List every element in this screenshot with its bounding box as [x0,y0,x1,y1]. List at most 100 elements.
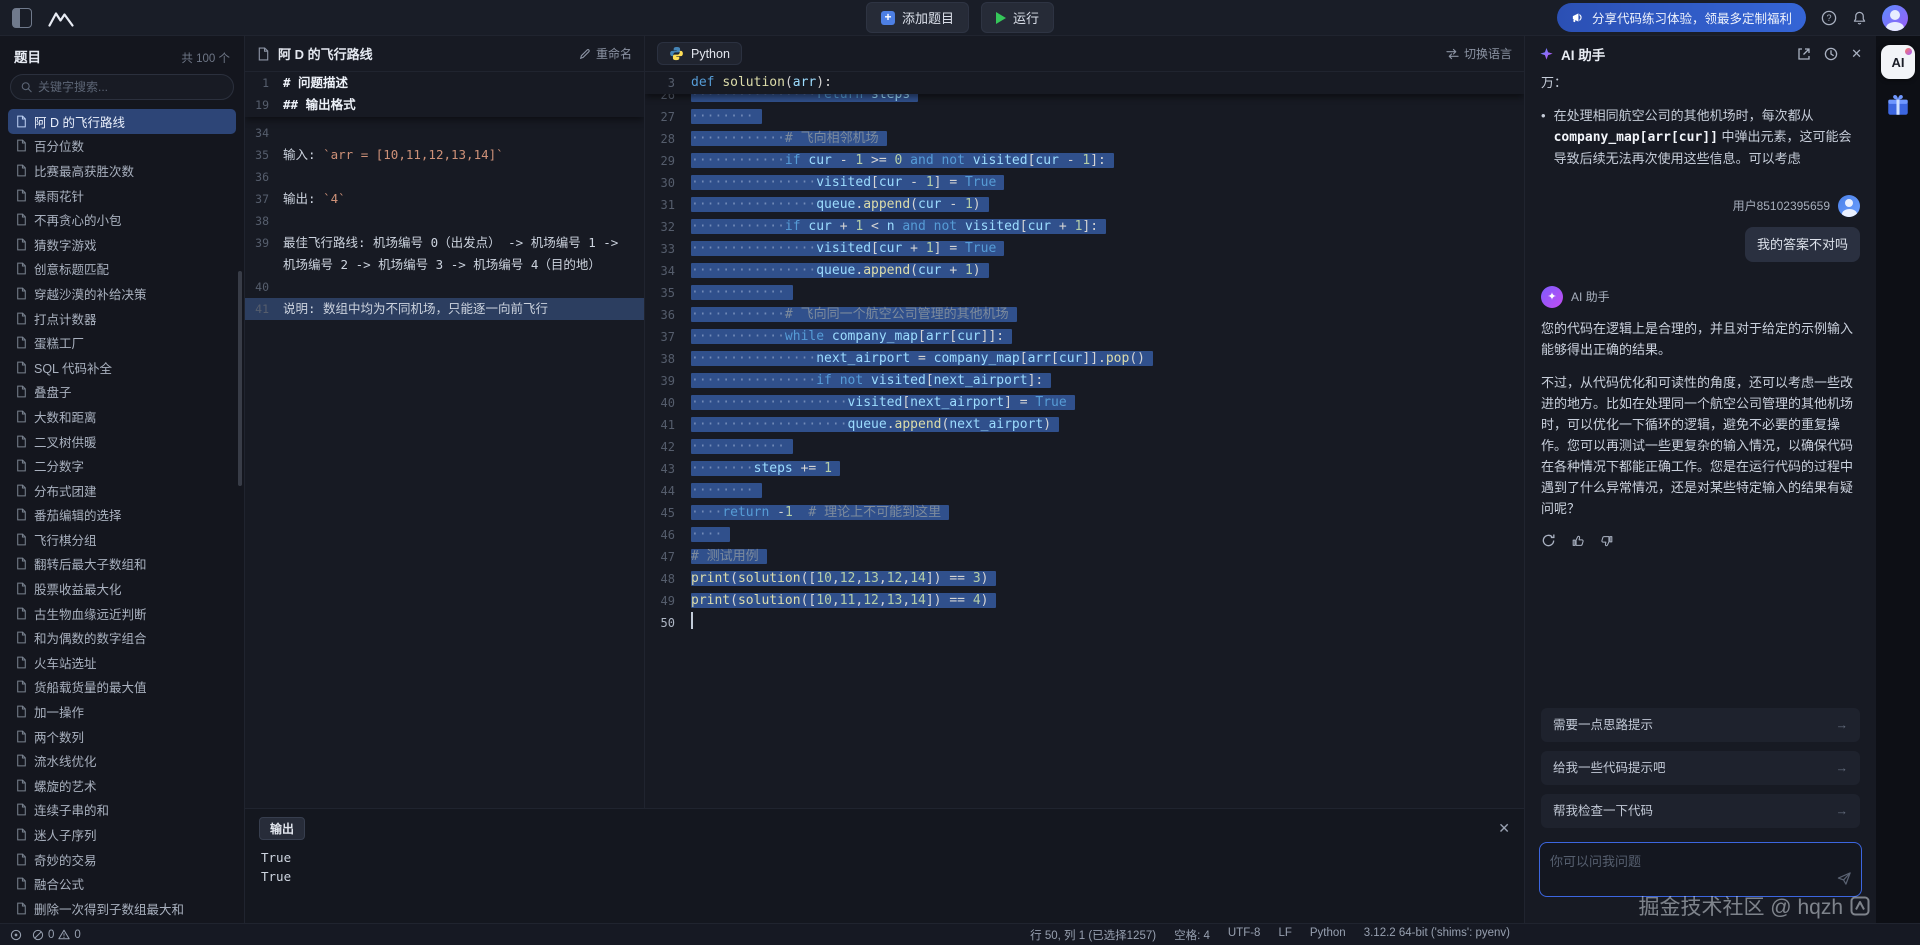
editor-lines[interactable]: 26················return steps27········… [645,84,1524,634]
code-line[interactable]: 29············if cur - 1 >= 0 and not vi… [645,150,1524,172]
problem-list-item[interactable]: 删除一次得到子数组最大和 [8,896,236,921]
code-line[interactable]: 41····················queue.append(next_… [645,414,1524,436]
code-line[interactable]: 27········ [645,106,1524,128]
description-line[interactable]: 34 [245,122,644,144]
problem-list-item[interactable]: 大数和距离 [8,404,236,429]
problem-list-item[interactable]: SQL 代码补全 [8,355,236,380]
code-line[interactable]: 45····return -1 # 理论上不可能到这里 [645,502,1524,524]
code-line[interactable]: 38················next_airport = company… [645,348,1524,370]
suggestion-chip[interactable]: 给我一些代码提示吧→ [1541,751,1860,785]
description-lines[interactable]: 3435输入: `arr = [10,11,12,13,14]`3637输出: … [245,117,644,320]
problem-list-item[interactable]: 暴雨花针 [8,183,236,208]
problem-list-item[interactable]: 和为偶数的数字组合 [8,625,236,650]
description-line[interactable]: 36 [245,166,644,188]
problem-list-item[interactable]: 古生物血缘远近判断 [8,601,236,626]
code-line[interactable]: 34················queue.append(cur + 1) [645,260,1524,282]
description-line[interactable]: 35输入: `arr = [10,11,12,13,14]` [245,144,644,166]
problem-list-item[interactable]: 二叉树供暖 [8,429,236,454]
code-line[interactable]: 48print(solution([10,12,13,12,14]) == 3) [645,568,1524,590]
code-line[interactable]: 33················visited[cur + 1] = Tru… [645,238,1524,260]
problem-list-item[interactable]: 二分数字 [8,453,236,478]
code-editor[interactable]: 3 def solution(arr): 26················r… [645,72,1524,808]
problem-list-item[interactable]: 螺旋的艺术 [8,773,236,798]
description-line[interactable]: 41说明: 数组中均为不同机场，只能逐一向前飞行 [245,298,644,320]
code-line[interactable]: 40····················visited[next_airpo… [645,392,1524,414]
encoding[interactable]: UTF-8 [1228,927,1261,943]
description-line[interactable]: 40 [245,276,644,298]
help-button[interactable]: ? [1821,10,1837,26]
promo-badge[interactable]: 分享代码练习体验，领最多定制福利 [1557,3,1806,32]
regenerate-button[interactable] [1541,533,1556,548]
description-editor[interactable]: 1 # 问题描述 19 ## 输出格式 3435输入: `arr = [10,1… [245,72,644,808]
code-line[interactable]: 36············# 飞向同一个航空公司管理的其他机场 [645,304,1524,326]
code-line[interactable]: 50 [645,612,1524,634]
sidebar-scrollbar[interactable] [238,271,242,486]
suggestion-chip[interactable]: 需要一点思路提示→ [1541,708,1860,742]
code-line[interactable]: 49print(solution([10,11,12,13,14]) == 4) [645,590,1524,612]
problems-indicator[interactable]: 0 0 [32,929,81,941]
problem-list-item[interactable]: 奇妙的交易 [8,847,236,872]
code-line[interactable]: 28············# 飞向相邻机场 [645,128,1524,150]
problem-list-item[interactable]: 穿越沙漠的补给决策 [8,281,236,306]
eol-setting[interactable]: LF [1278,927,1291,943]
problem-list-item[interactable]: 番茄编辑的选择 [8,503,236,528]
problem-list-item[interactable]: 猜数字游戏 [8,232,236,257]
problem-list-item[interactable]: 分布式团建 [8,478,236,503]
close-ai-panel-icon[interactable]: ✕ [1851,46,1862,62]
problem-list-item[interactable]: 阿 D 的飞行路线 [8,109,236,134]
send-button[interactable] [1837,871,1852,889]
close-output-icon[interactable]: ✕ [1498,820,1510,837]
problem-list-item[interactable]: 飞行棋分组 [8,527,236,552]
problem-list-item[interactable]: 打点计数器 [8,306,236,331]
search-input[interactable] [38,80,223,94]
interpreter-version[interactable]: 3.12.2 64-bit ('shims': pyenv) [1364,927,1510,943]
language-mode[interactable]: Python [1310,927,1346,943]
problem-list-item[interactable]: 比赛最高获胜次数 [8,158,236,183]
problem-list-item[interactable]: 百分位数 [8,134,236,159]
thumbs-down-button[interactable] [1600,533,1614,548]
code-line[interactable]: 47# 测试用例 [645,546,1524,568]
indent-setting[interactable]: 空格: 4 [1174,927,1210,943]
code-line[interactable]: 35············ [645,282,1524,304]
rename-button[interactable]: 重命名 [579,45,632,62]
problem-list-item[interactable]: 两个数列 [8,724,236,749]
output-tab[interactable]: 输出 [259,817,305,840]
search-box[interactable] [10,74,234,100]
problem-list-item[interactable]: 股票收益最大化 [8,576,236,601]
problem-list-item[interactable]: 加一操作 [8,699,236,724]
problem-list-item[interactable]: 融合公式 [8,871,236,896]
problem-list-item[interactable]: 翻转后最大子数组和 [8,552,236,577]
problem-list-item[interactable]: 迷人子序列 [8,822,236,847]
code-line[interactable]: 31················queue.append(cur - 1) [645,194,1524,216]
remote-indicator[interactable] [10,929,22,941]
sidebar-toggle-button[interactable] [12,8,32,28]
code-line[interactable]: 39················if not visited[next_ai… [645,370,1524,392]
description-line[interactable]: 38 [245,210,644,232]
problem-list-item[interactable]: 创意标题匹配 [8,257,236,282]
problem-list-item[interactable]: 流水线优化 [8,748,236,773]
code-line[interactable]: 43········steps += 1 [645,458,1524,480]
code-line[interactable]: 44········ [645,480,1524,502]
ai-toggle-button[interactable]: AI [1881,45,1915,79]
problem-list-item[interactable]: 不再贪心的小包 [8,207,236,232]
description-line[interactable]: 37输出: `4` [245,188,644,210]
ai-conversation[interactable]: 万： • 在处理相同航空公司的其他机场时，每次都从 company_map[ar… [1525,72,1876,830]
run-button[interactable]: 运行 [981,2,1054,33]
description-line[interactable]: 39最佳飞行路线: 机场编号 0（出发点） -> 机场编号 1 -> 机场编号 … [245,232,644,276]
ai-input-box[interactable] [1539,842,1862,897]
rewards-button[interactable] [1885,92,1911,118]
suggestion-chip[interactable]: 帮我检查一下代码→ [1541,794,1860,828]
export-chat-button[interactable] [1797,47,1811,61]
chat-history-button[interactable] [1824,47,1838,61]
code-line[interactable]: 37············while company_map[arr[cur]… [645,326,1524,348]
problem-list-item[interactable]: 货船载货量的最大值 [8,675,236,700]
code-line[interactable]: 32············if cur + 1 < n and not vis… [645,216,1524,238]
problem-list-item[interactable]: 蛋糕工厂 [8,330,236,355]
cursor-position[interactable]: 行 50, 列 1 (已选择1257) [1030,927,1156,943]
code-line[interactable]: 42············ [645,436,1524,458]
problem-list-item[interactable]: 连续子串的和 [8,798,236,823]
code-line[interactable]: 30················visited[cur - 1] = Tru… [645,172,1524,194]
add-problem-button[interactable]: + 添加题目 [866,2,969,33]
switch-language-button[interactable]: 切换语言 [1446,45,1512,62]
problem-list-item[interactable]: 火车站选址 [8,650,236,675]
